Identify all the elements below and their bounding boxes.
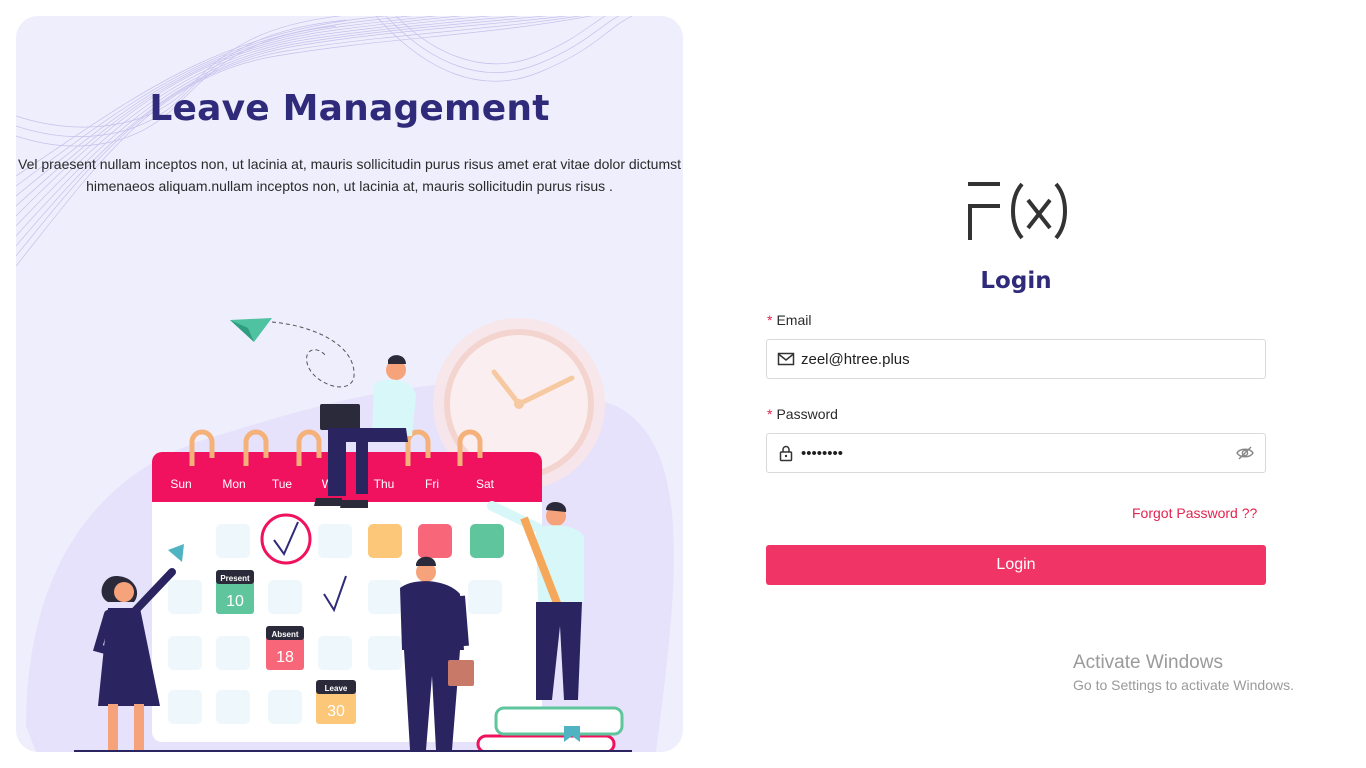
eye-invisible-icon[interactable]	[1235, 443, 1255, 463]
calendar-day-fri: Fri	[425, 477, 439, 491]
calendar-day-mon: Mon	[222, 477, 245, 491]
password-label: * Password	[767, 406, 838, 422]
hero-description: Vel praesent nullam inceptos non, ut lac…	[16, 153, 683, 197]
calendar-day-thu: Thu	[374, 477, 395, 491]
password-label-text: Password	[776, 406, 838, 422]
calendar-body: Sun Mon Tue Wed Thu Fri Sat	[152, 429, 542, 742]
hero-description-line-2: himenaeos aliquam.nullam inceptos non, u…	[86, 178, 613, 194]
lock-icon	[779, 445, 793, 462]
calendar-day-sat: Sat	[476, 477, 495, 491]
email-input[interactable]	[801, 344, 1265, 374]
activate-windows-watermark: Activate Windows Go to Settings to activ…	[1073, 652, 1294, 693]
calendar-illustration: Sun Mon Tue Wed Thu Fri Sat	[26, 318, 674, 752]
fx-logo-icon	[968, 182, 1067, 240]
activate-windows-title: Activate Windows	[1073, 652, 1223, 673]
password-input[interactable]	[801, 438, 1235, 468]
login-button[interactable]: Login	[766, 545, 1266, 585]
leave-badge: Leave 30	[316, 680, 356, 724]
calendar-day-sun: Sun	[170, 477, 191, 491]
leave-badge-label: Leave	[325, 684, 348, 693]
required-mark: *	[767, 312, 773, 328]
mail-icon	[777, 352, 795, 366]
present-badge-label: Present	[220, 574, 250, 583]
leave-badge-number: 30	[327, 703, 345, 720]
password-field-container	[766, 433, 1266, 473]
paper-plane-icon	[230, 318, 355, 388]
forgot-password-link[interactable]: Forgot Password ??	[1132, 505, 1257, 521]
calendar-day-tue: Tue	[272, 477, 293, 491]
activate-windows-subtitle: Go to Settings to activate Windows.	[1073, 677, 1294, 693]
hero-description-line-1: Vel praesent nullam inceptos non, ut lac…	[18, 156, 681, 172]
login-title: Login	[980, 268, 1052, 294]
books-illustration	[476, 706, 624, 752]
absent-badge: Absent 18	[266, 626, 304, 670]
email-field-container	[766, 339, 1266, 379]
present-badge: Present 10	[216, 570, 254, 614]
required-mark: *	[767, 406, 773, 422]
email-label-text: Email	[776, 312, 812, 328]
absent-badge-label: Absent	[271, 630, 298, 639]
email-label: * Email	[767, 312, 811, 328]
present-badge-number: 10	[226, 593, 244, 610]
hero-panel: Leave Management Vel praesent nullam inc…	[16, 16, 683, 752]
absent-badge-number: 18	[276, 649, 294, 666]
hero-title: Leave Management	[149, 88, 550, 129]
